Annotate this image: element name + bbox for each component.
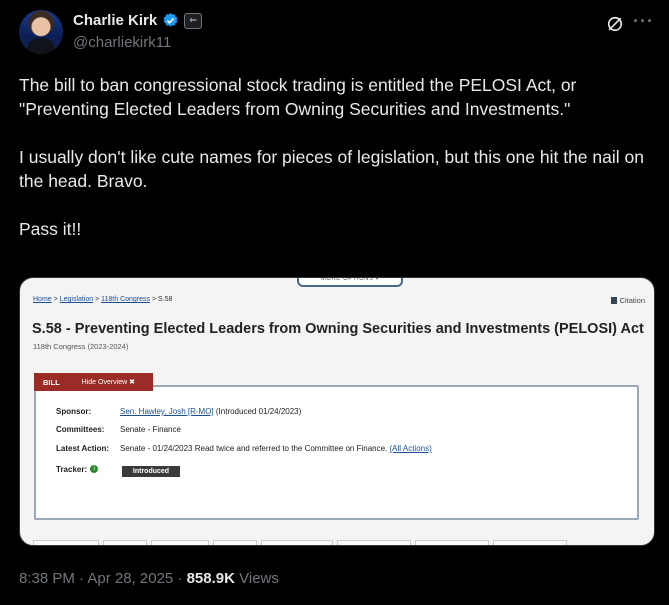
- breadcrumb-sep: >: [93, 296, 102, 303]
- affiliation-badge-icon[interactable]: ⇐: [184, 12, 203, 29]
- tweet-text: The bill to ban congressional stock trad…: [19, 73, 649, 241]
- tracker-label: Tracker:: [56, 465, 88, 474]
- sponsor-link: Sen. Hawley, Josh [R-MO]: [120, 407, 214, 416]
- author-name-row: Charlie Kirk ⇐: [73, 12, 203, 29]
- latest-action-text: Senate - 01/24/2023 Read twice and refer…: [120, 444, 388, 453]
- bill-overview-panel: Sponsor: Sen. Hawley, Josh [R-MO] (Intro…: [34, 385, 639, 520]
- citation-label: Citation: [619, 296, 645, 305]
- tracker-row: Tracker: i: [56, 465, 99, 474]
- bill-title: S.58 - Preventing Elected Leaders from O…: [32, 321, 644, 337]
- views-count: 858.9K: [186, 570, 235, 587]
- sponsor-row: Sponsor: Sen. Hawley, Josh [R-MO] (Intro…: [56, 407, 301, 416]
- breadcrumb: Home > Legislation > 118th Congress > S.…: [33, 296, 172, 303]
- tracker-info-icon: i: [90, 465, 99, 473]
- status-badge: Introduced: [122, 466, 180, 477]
- more-options-tab: MORE OPTIONS ▾: [297, 278, 403, 287]
- tab-stub: [415, 540, 489, 545]
- breadcrumb-congress: 118th Congress: [101, 296, 151, 303]
- citation-link: Citation: [610, 296, 645, 305]
- latest-action-label: Latest Action:: [56, 444, 110, 453]
- verified-badge-icon: [163, 13, 178, 27]
- tab-stub: [213, 540, 257, 545]
- latest-action-row: Latest Action: Senate - 01/24/2023 Read …: [56, 444, 432, 453]
- tweet-paragraph-3: Pass it!!: [19, 219, 82, 239]
- tab-stub: [33, 540, 99, 545]
- congress-label: 118th Congress (2023-2024): [33, 342, 129, 351]
- tab-stub: [261, 540, 333, 545]
- avatar[interactable]: [19, 10, 63, 54]
- hide-overview-toggle: Hide Overview ✖: [81, 379, 135, 386]
- committees-row: Committees: Senate - Finance: [56, 425, 181, 434]
- tweet-paragraph-1: The bill to ban congressional stock trad…: [19, 75, 577, 119]
- tweet-header: Charlie Kirk ⇐ @charliekirk11 ···: [0, 0, 669, 70]
- tab-stub: [103, 540, 147, 545]
- bill-tab: BILL Hide Overview ✖: [34, 373, 153, 391]
- more-icon[interactable]: ···: [633, 11, 654, 32]
- tab-stub: [337, 540, 411, 545]
- breadcrumb-bill: S.58: [158, 296, 173, 303]
- grok-icon[interactable]: [605, 14, 625, 34]
- bottom-tab-strip: [33, 540, 567, 545]
- author-name[interactable]: Charlie Kirk: [73, 12, 157, 29]
- sponsor-note: (Introduced 01/24/2023): [213, 407, 302, 416]
- tweet-meta: 8:38 PM · Apr 28, 2025 · 858.9K Views: [19, 570, 279, 587]
- committees-value: Senate - Finance: [120, 425, 181, 434]
- tab-stub: [151, 540, 209, 545]
- views-label: Views: [234, 570, 279, 587]
- bill-tab-label: BILL: [43, 377, 60, 387]
- all-actions-link: (All Actions): [389, 444, 432, 453]
- media-image[interactable]: MORE OPTIONS ▾ Home > Legislation > 118t…: [19, 277, 655, 546]
- author-handle[interactable]: @charliekirk11: [73, 34, 171, 51]
- breadcrumb-sep: >: [150, 296, 159, 303]
- breadcrumb-home: Home: [33, 296, 52, 303]
- tab-stub: [493, 540, 567, 545]
- committees-label: Committees:: [56, 425, 105, 434]
- timestamp[interactable]: 8:38 PM · Apr 28, 2025 ·: [19, 570, 187, 587]
- latest-action-value: Senate - 01/24/2023 Read twice and refer…: [120, 444, 432, 453]
- tweet-paragraph-2: I usually don't like cute names for piec…: [19, 147, 644, 191]
- breadcrumb-legislation: Legislation: [59, 296, 94, 303]
- sponsor-label: Sponsor:: [56, 407, 92, 416]
- breadcrumb-sep: >: [51, 296, 60, 303]
- citation-icon: [610, 297, 617, 304]
- sponsor-value: Sen. Hawley, Josh [R-MO] (Introduced 01/…: [120, 407, 301, 416]
